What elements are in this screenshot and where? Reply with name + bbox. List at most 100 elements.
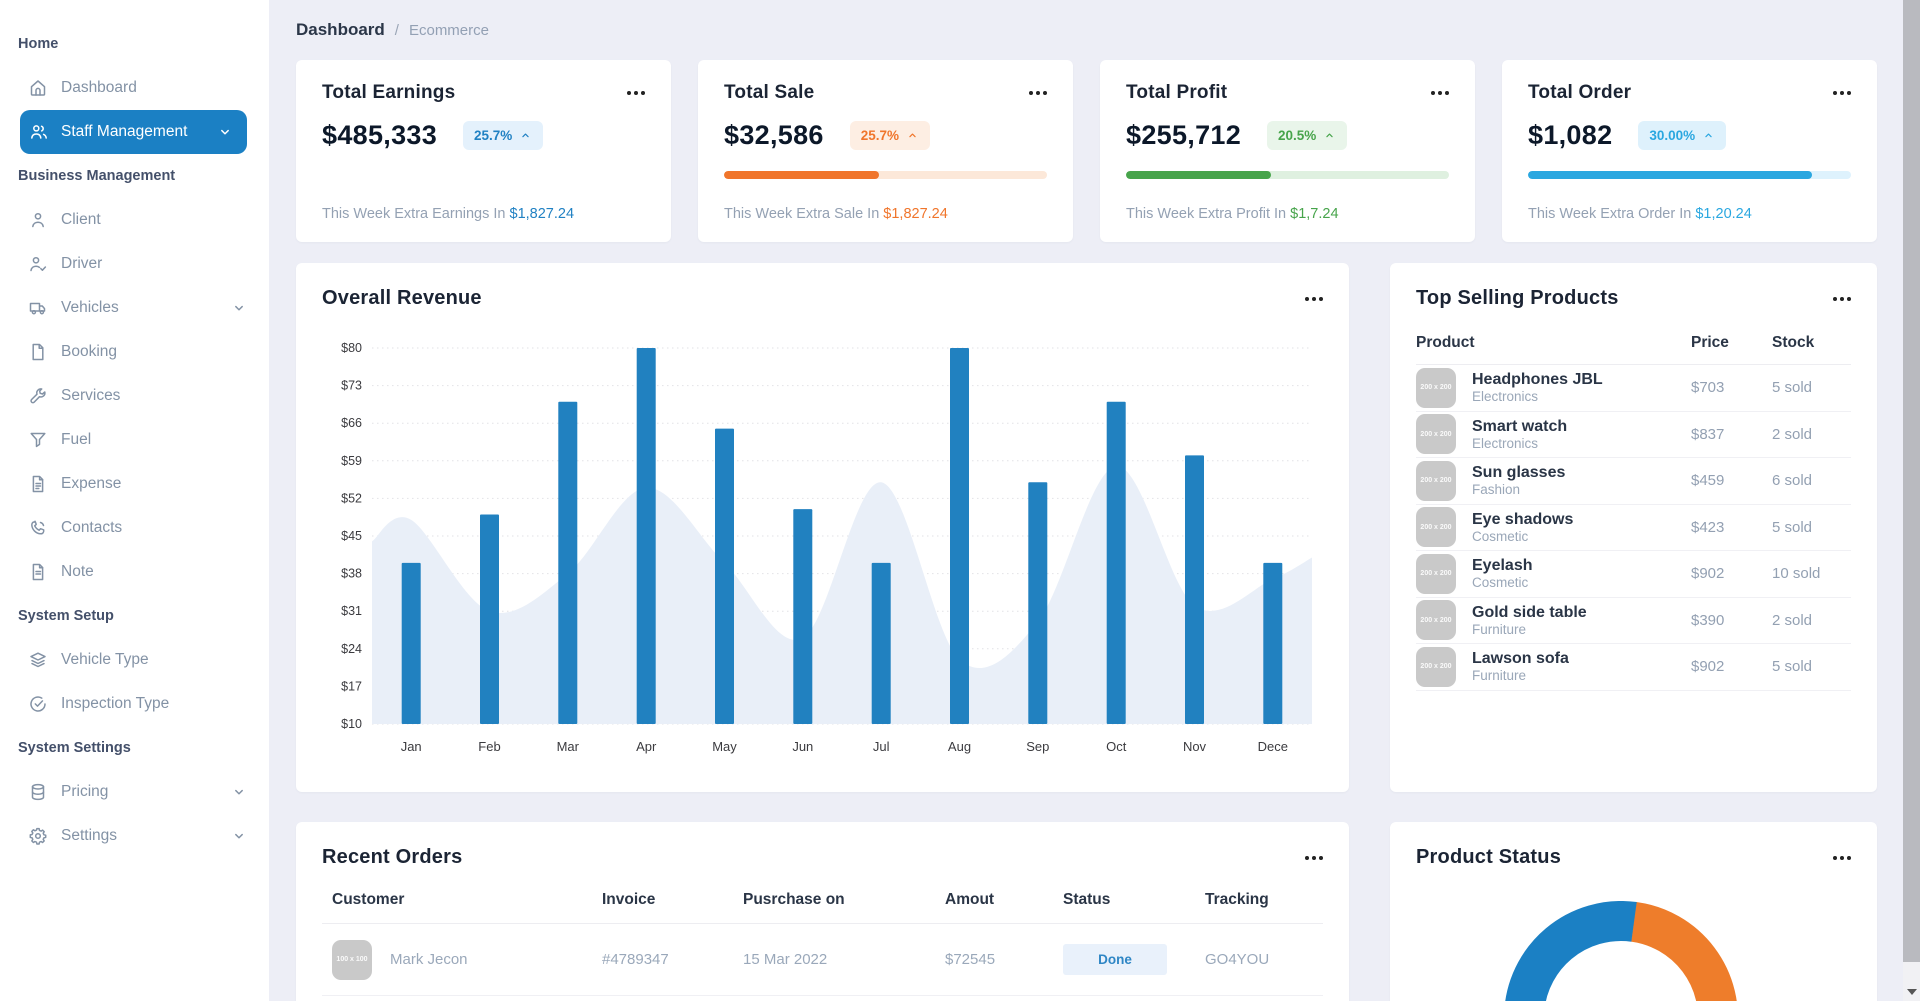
more-options-button[interactable] bbox=[627, 87, 645, 99]
sidebar-item-settings[interactable]: Settings bbox=[0, 814, 269, 858]
product-stock: 10 sold bbox=[1772, 565, 1851, 582]
svg-text:$45: $45 bbox=[341, 529, 362, 543]
stat-note-amount: $1,827.24 bbox=[883, 206, 948, 222]
order-amount: $72545 bbox=[945, 951, 1063, 968]
more-options-button[interactable] bbox=[1029, 87, 1047, 99]
sidebar-item-booking[interactable]: Booking bbox=[0, 330, 269, 374]
stat-note: This Week Extra Earnings In $1,827.24 bbox=[322, 206, 645, 222]
product-stock: 2 sold bbox=[1772, 426, 1851, 443]
revenue-bar-jan bbox=[402, 563, 421, 724]
sidebar-item-fuel[interactable]: Fuel bbox=[0, 418, 269, 462]
revenue-area-series bbox=[372, 466, 1312, 724]
product-row-lawson-sofa[interactable]: 200 x 200Lawson sofaFurniture$9025 sold bbox=[1416, 644, 1851, 691]
scroll-down-arrow-icon[interactable] bbox=[1907, 989, 1917, 995]
more-options-button[interactable] bbox=[1305, 293, 1323, 305]
chevron-down-icon bbox=[231, 300, 247, 316]
svg-text:$66: $66 bbox=[341, 416, 362, 430]
gear-icon bbox=[28, 826, 48, 846]
col-product: Product bbox=[1416, 334, 1691, 352]
order-row-mark-jecon[interactable]: 100 x 100Mark Jecon#478934715 Mar 2022$7… bbox=[322, 924, 1323, 996]
more-options-icon bbox=[1431, 91, 1435, 95]
order-purchase-date: 15 Mar 2022 bbox=[743, 951, 945, 968]
order-status-badge: Done bbox=[1063, 944, 1167, 975]
note-icon bbox=[28, 562, 48, 582]
product-row-headphones-jbl[interactable]: 200 x 200Headphones JBLElectronics$7035 … bbox=[1416, 365, 1851, 412]
sidebar-item-inspection-type[interactable]: Inspection Type bbox=[0, 682, 269, 726]
revenue-bar-aug bbox=[950, 348, 969, 724]
svg-text:$10: $10 bbox=[341, 717, 362, 731]
page-scrollbar[interactable] bbox=[1903, 0, 1920, 1001]
more-options-icon bbox=[1305, 297, 1309, 301]
home-icon bbox=[28, 78, 48, 98]
breadcrumb-ecommerce: Ecommerce bbox=[409, 22, 489, 39]
trend-badge: 25.7% bbox=[463, 121, 543, 150]
product-name: Sun glasses bbox=[1472, 464, 1565, 482]
revenue-bar-apr bbox=[637, 348, 656, 724]
sidebar-item-note[interactable]: Note bbox=[0, 550, 269, 594]
sidebar-item-expense[interactable]: Expense bbox=[0, 462, 269, 506]
product-stock: 5 sold bbox=[1772, 379, 1851, 396]
chevron-up-icon bbox=[1323, 129, 1336, 142]
product-row-sun-glasses[interactable]: 200 x 200Sun glassesFashion$4596 sold bbox=[1416, 458, 1851, 505]
chevron-down-icon bbox=[217, 124, 233, 140]
sidebar-item-label: Settings bbox=[61, 827, 117, 845]
more-options-icon bbox=[627, 91, 631, 95]
breadcrumb-dashboard[interactable]: Dashboard bbox=[296, 20, 385, 40]
trend-badge: 30.00% bbox=[1638, 121, 1726, 150]
product-row-smart-watch[interactable]: 200 x 200Smart watchElectronics$8372 sol… bbox=[1416, 412, 1851, 459]
user-icon bbox=[28, 210, 48, 230]
sidebar-item-services[interactable]: Services bbox=[0, 374, 269, 418]
product-status-title: Product Status bbox=[1416, 846, 1561, 869]
sidebar-item-vehicle-type[interactable]: Vehicle Type bbox=[0, 638, 269, 682]
svg-text:Apr: Apr bbox=[636, 739, 657, 754]
col-price: Price bbox=[1691, 334, 1772, 352]
sidebar-item-label: Pricing bbox=[61, 783, 108, 801]
stat-value: $485,333 bbox=[322, 120, 437, 151]
more-options-button[interactable] bbox=[1305, 852, 1323, 864]
sidebar-item-label: Services bbox=[61, 387, 120, 405]
product-row-gold-side-table[interactable]: 200 x 200Gold side tableFurniture$3902 s… bbox=[1416, 598, 1851, 645]
overall-revenue-chart: $80$73$66$59$52$45$38$31$24$17$10JanFebM… bbox=[322, 336, 1323, 768]
product-price: $390 bbox=[1691, 612, 1772, 629]
chevron-up-icon bbox=[519, 129, 532, 142]
svg-text:Mar: Mar bbox=[557, 739, 580, 754]
more-options-button[interactable] bbox=[1833, 852, 1851, 864]
sidebar-item-contacts[interactable]: Contacts bbox=[0, 506, 269, 550]
funnel-icon bbox=[28, 430, 48, 450]
sidebar-item-vehicles[interactable]: Vehicles bbox=[0, 286, 269, 330]
sidebar-item-client[interactable]: Client bbox=[0, 198, 269, 242]
sidebar-item-staff-management[interactable]: Staff Management bbox=[0, 110, 269, 154]
database-icon bbox=[28, 782, 48, 802]
revenue-bar-nov bbox=[1185, 455, 1204, 724]
sidebar-item-pricing[interactable]: Pricing bbox=[0, 770, 269, 814]
product-category: Electronics bbox=[1472, 389, 1603, 404]
product-status-donut bbox=[1504, 901, 1738, 1001]
revenue-bar-sep bbox=[1028, 482, 1047, 724]
stat-note: This Week Extra Order In $1,20.24 bbox=[1528, 206, 1851, 222]
product-category: Cosmetic bbox=[1472, 575, 1532, 590]
sidebar-item-driver[interactable]: Driver bbox=[0, 242, 269, 286]
more-options-button[interactable] bbox=[1833, 293, 1851, 305]
sidebar-item-label: Dashboard bbox=[61, 79, 137, 97]
product-row-eyelash[interactable]: 200 x 200EyelashCosmetic$90210 sold bbox=[1416, 551, 1851, 598]
product-price: $837 bbox=[1691, 426, 1772, 443]
scrollbar-thumb[interactable] bbox=[1903, 0, 1920, 962]
revenue-bar-oct bbox=[1107, 402, 1126, 724]
svg-text:$80: $80 bbox=[341, 341, 362, 355]
product-name: Gold side table bbox=[1472, 604, 1587, 622]
sidebar-item-label: Vehicle Type bbox=[61, 651, 149, 669]
svg-text:Jan: Jan bbox=[401, 739, 422, 754]
svg-text:Jun: Jun bbox=[792, 739, 813, 754]
more-options-button[interactable] bbox=[1833, 87, 1851, 99]
more-options-icon bbox=[1029, 91, 1033, 95]
product-row-eye-shadows[interactable]: 200 x 200Eye shadowsCosmetic$4235 sold bbox=[1416, 505, 1851, 552]
revenue-bar-dece bbox=[1263, 563, 1282, 724]
product-category: Fashion bbox=[1472, 482, 1565, 497]
products-table-body: 200 x 200Headphones JBLElectronics$7035 … bbox=[1416, 365, 1851, 691]
stat-note: This Week Extra Sale In $1,827.24 bbox=[724, 206, 1047, 222]
sidebar-section-business-management: Business Management bbox=[0, 154, 269, 198]
sidebar-item-dashboard[interactable]: Dashboard bbox=[0, 66, 269, 110]
check-circle-icon bbox=[28, 694, 48, 714]
more-options-button[interactable] bbox=[1431, 87, 1449, 99]
product-category: Furniture bbox=[1472, 668, 1569, 683]
